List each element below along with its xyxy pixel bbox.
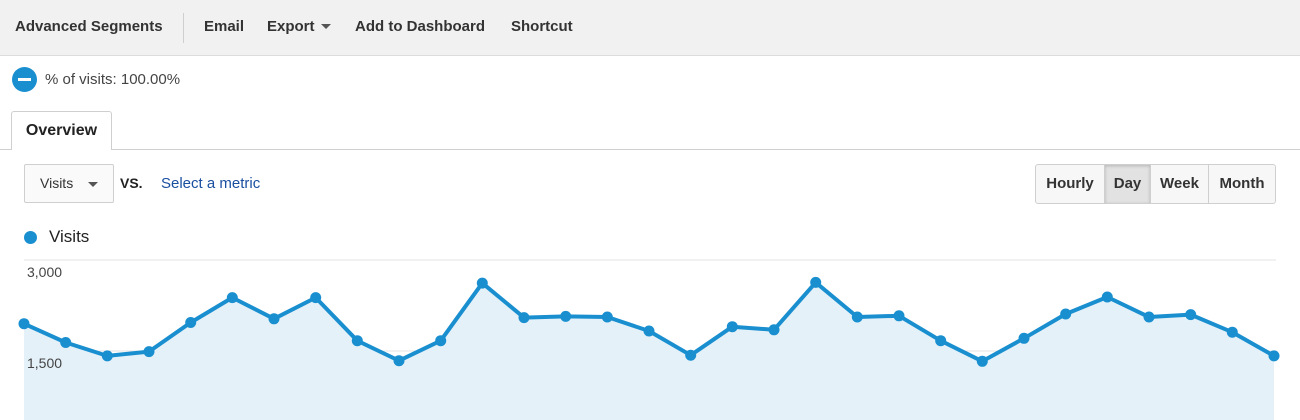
- data-point-9[interactable]: [393, 355, 405, 367]
- add-to-dashboard-button[interactable]: Add to Dashboard: [355, 18, 485, 35]
- tab-divider: [0, 149, 1300, 150]
- data-point-6[interactable]: [268, 313, 280, 325]
- data-point-12[interactable]: [518, 312, 530, 324]
- data-point-26[interactable]: [1101, 291, 1113, 303]
- y-tick-1500: 1,500: [27, 355, 62, 371]
- segment-label: % of visits: 100.00%: [45, 70, 181, 88]
- data-point-13[interactable]: [560, 310, 572, 322]
- shortcut-button[interactable]: Shortcut: [511, 18, 573, 35]
- chevron-down-icon: [320, 23, 331, 29]
- legend-label: Visits: [49, 227, 90, 246]
- data-point-17[interactable]: [726, 321, 738, 333]
- tab-overview[interactable]: Overview: [11, 111, 112, 150]
- data-point-3[interactable]: [143, 346, 155, 358]
- data-point-15[interactable]: [643, 325, 655, 337]
- granularity-month-button[interactable]: Month: [1209, 165, 1275, 203]
- data-point-29[interactable]: [1226, 326, 1238, 338]
- vs-label: VS.: [120, 175, 143, 191]
- chart-legend: Visits: [24, 226, 89, 248]
- data-point-25[interactable]: [1060, 308, 1072, 320]
- data-point-5[interactable]: [226, 292, 238, 304]
- granularity-day-button[interactable]: Day: [1105, 165, 1151, 203]
- data-point-30[interactable]: [1268, 350, 1280, 362]
- data-point-14[interactable]: [601, 311, 613, 323]
- toolbar-divider: [183, 13, 184, 43]
- select-metric-link[interactable]: Select a metric: [161, 175, 260, 192]
- advanced-segments-button[interactable]: Advanced Segments: [15, 18, 163, 35]
- segment-pie-icon[interactable]: [12, 66, 37, 92]
- data-point-27[interactable]: [1143, 311, 1155, 323]
- data-point-8[interactable]: [351, 335, 363, 347]
- data-point-10[interactable]: [435, 335, 447, 347]
- data-point-23[interactable]: [976, 355, 988, 367]
- data-point-4[interactable]: [185, 317, 197, 328]
- email-button[interactable]: Email: [204, 18, 244, 35]
- granularity-selector: Hourly Day Week Month: [1035, 164, 1276, 204]
- data-point-2[interactable]: [101, 350, 113, 362]
- granularity-hourly-button[interactable]: Hourly: [1036, 165, 1105, 203]
- data-point-0[interactable]: [18, 318, 30, 330]
- data-point-24[interactable]: [1018, 332, 1030, 344]
- data-point-7[interactable]: [310, 292, 322, 304]
- visits-chart: 3,000 1,500: [18, 259, 1280, 420]
- export-label: Export: [267, 18, 315, 35]
- data-point-22[interactable]: [935, 335, 947, 347]
- visits-area: [24, 282, 1274, 420]
- chevron-down-icon: [88, 182, 98, 187]
- export-button[interactable]: Export: [267, 18, 331, 35]
- metric-dropdown[interactable]: Visits: [24, 164, 114, 203]
- metric-dropdown-value: Visits: [40, 175, 74, 191]
- data-point-18[interactable]: [768, 324, 780, 336]
- segment-indicator: % of visits: 100.00%: [12, 66, 180, 92]
- legend-marker-icon: [24, 230, 37, 244]
- y-tick-3000: 3,000: [27, 264, 62, 280]
- data-point-11[interactable]: [476, 277, 488, 289]
- data-point-28[interactable]: [1185, 309, 1197, 321]
- data-point-20[interactable]: [851, 311, 863, 323]
- report-toolbar: Advanced Segments Email Export Add to Da…: [0, 0, 1300, 56]
- data-point-21[interactable]: [893, 310, 905, 322]
- data-point-19[interactable]: [810, 276, 822, 288]
- data-point-16[interactable]: [685, 349, 697, 361]
- data-point-1[interactable]: [60, 337, 72, 348]
- granularity-week-button[interactable]: Week: [1151, 165, 1209, 203]
